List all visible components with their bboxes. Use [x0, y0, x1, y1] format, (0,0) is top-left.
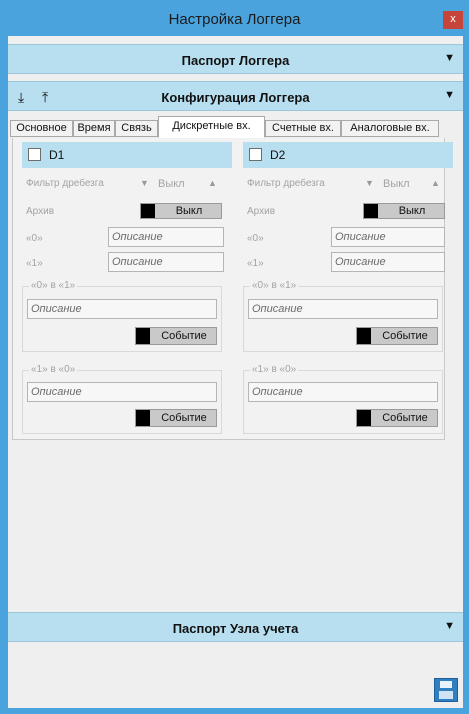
- transition-0-to-1-description-field[interactable]: [248, 299, 438, 319]
- chevron-down-icon[interactable]: ▼: [444, 89, 455, 101]
- filter-label: Фильтр дребезга: [247, 178, 325, 189]
- triangle-up-icon[interactable]: ▲: [431, 178, 440, 188]
- state1-label: «1»: [247, 258, 264, 269]
- event-toggle[interactable]: Событие: [135, 409, 217, 427]
- filter-value[interactable]: Выкл: [383, 178, 410, 190]
- transition-0-to-1-description-input[interactable]: [249, 300, 437, 318]
- channel-header: D2: [243, 142, 453, 168]
- title-bar: Настройка Логгера x: [0, 0, 469, 36]
- transition-1-to-0-group: «1» в «0» Событие: [22, 364, 222, 434]
- state1-description-field[interactable]: [331, 252, 445, 272]
- transition-1-to-0-description-input[interactable]: [249, 383, 437, 401]
- chevron-down-icon[interactable]: ▼: [444, 620, 455, 632]
- archive-value: Выкл: [398, 205, 426, 217]
- save-icon-shutter: [440, 681, 452, 688]
- transition-0-to-1-description-input[interactable]: [28, 300, 216, 318]
- state0-description-field[interactable]: [108, 227, 224, 247]
- state1-description-input[interactable]: [332, 253, 444, 271]
- event-toggle[interactable]: Событие: [135, 327, 217, 345]
- archive-value: Выкл: [175, 205, 203, 217]
- window-title: Настройка Логгера: [168, 11, 301, 28]
- close-button[interactable]: x: [443, 11, 463, 29]
- transition-1-to-0-title: «1» в «0»: [29, 364, 78, 375]
- state0-description-input[interactable]: [109, 228, 223, 246]
- logger-passport-header[interactable]: Паспорт Логгера ▼: [8, 44, 463, 74]
- filter-label: Фильтр дребезга: [26, 178, 104, 189]
- archive-toggle[interactable]: Выкл: [363, 203, 445, 219]
- event-toggle[interactable]: Событие: [356, 327, 438, 345]
- transition-0-to-1-group: «0» в «1» Событие: [243, 280, 443, 352]
- channel-name: D1: [49, 148, 65, 162]
- logger-passport-title: Паспорт Логгера: [181, 53, 290, 68]
- transition-0-to-1-title: «0» в «1»: [250, 280, 299, 291]
- channel-d1: D1 Фильтр дребезга ▼ Выкл ▲ Архив Выкл «…: [22, 138, 232, 438]
- toggle-knob: [141, 204, 155, 218]
- event-label: Событие: [382, 330, 428, 342]
- tab-time[interactable]: Время: [73, 120, 115, 137]
- tab-counter-inputs[interactable]: Счетные вх.: [265, 120, 341, 137]
- archive-toggle[interactable]: Выкл: [140, 203, 222, 219]
- transition-1-to-0-description-field[interactable]: [27, 382, 217, 402]
- transition-0-to-1-description-field[interactable]: [27, 299, 217, 319]
- toggle-knob: [364, 204, 378, 218]
- logger-config-title: Конфигурация Логгера: [161, 90, 310, 105]
- state1-label: «1»: [26, 258, 43, 269]
- save-icon-label: [439, 691, 453, 699]
- toggle-knob: [136, 410, 150, 426]
- tab-main[interactable]: Основное: [10, 120, 73, 137]
- transition-0-to-1-group: «0» в «1» Событие: [22, 280, 222, 352]
- logger-settings-window: Настройка Логгера x Паспорт Логгера ▼ ⤓ …: [0, 0, 469, 714]
- transition-1-to-0-description-input[interactable]: [28, 383, 216, 401]
- archive-label: Архив: [247, 206, 276, 217]
- chevron-down-icon[interactable]: ▼: [444, 52, 455, 64]
- event-label: Событие: [382, 412, 428, 424]
- triangle-down-icon[interactable]: ▼: [140, 178, 149, 188]
- client-area: Паспорт Логгера ▼ ⤓ ⤒ Конфигурация Логге…: [8, 36, 463, 708]
- state1-description-field[interactable]: [108, 252, 224, 272]
- channel-header: D1: [22, 142, 232, 168]
- channel-d2: D2 Фильтр дребезга ▼ Выкл ▲ Архив Выкл «…: [243, 138, 453, 438]
- state0-description-field[interactable]: [331, 227, 445, 247]
- channel-name: D2: [270, 148, 286, 162]
- save-icon[interactable]: [434, 678, 458, 702]
- event-toggle[interactable]: Событие: [356, 409, 438, 427]
- toggle-knob: [357, 328, 371, 344]
- triangle-up-icon[interactable]: ▲: [208, 178, 217, 188]
- tab-analog-inputs[interactable]: Аналоговые вх.: [341, 120, 439, 137]
- transition-1-to-0-group: «1» в «0» Событие: [243, 364, 443, 434]
- event-label: Событие: [161, 412, 207, 424]
- channel-checkbox[interactable]: [249, 148, 262, 161]
- archive-label: Архив: [26, 206, 55, 217]
- logger-config-header[interactable]: ⤓ ⤒ Конфигурация Логгера ▼: [8, 81, 463, 111]
- state0-description-input[interactable]: [332, 228, 444, 246]
- node-passport-header[interactable]: Паспорт Узла учета ▼: [8, 612, 463, 642]
- event-label: Событие: [161, 330, 207, 342]
- node-passport-title: Паспорт Узла учета: [172, 621, 299, 636]
- triangle-down-icon[interactable]: ▼: [365, 178, 374, 188]
- tab-connection[interactable]: Связь: [115, 120, 158, 137]
- channel-checkbox[interactable]: [28, 148, 41, 161]
- transition-1-to-0-title: «1» в «0»: [250, 364, 299, 375]
- tab-discrete-inputs[interactable]: Дискретные вх.: [158, 116, 265, 138]
- state1-description-input[interactable]: [109, 253, 223, 271]
- toggle-knob: [357, 410, 371, 426]
- transition-1-to-0-description-field[interactable]: [248, 382, 438, 402]
- toggle-knob: [136, 328, 150, 344]
- state0-label: «0»: [247, 233, 264, 244]
- state0-label: «0»: [26, 233, 43, 244]
- filter-value[interactable]: Выкл: [158, 178, 185, 190]
- transition-0-to-1-title: «0» в «1»: [29, 280, 78, 291]
